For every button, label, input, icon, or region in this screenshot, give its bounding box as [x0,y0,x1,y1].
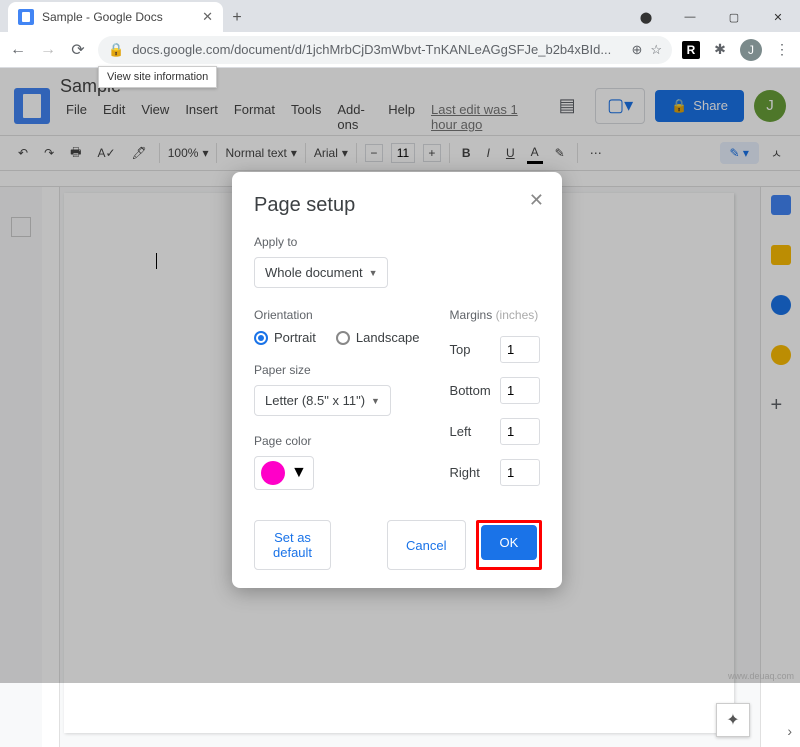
orientation-landscape-radio[interactable]: Landscape [336,330,420,345]
paint-format-icon[interactable]: 🖊 [128,144,151,162]
editing-mode-button[interactable]: ✎ ▾ [720,142,759,164]
scroll-right-icon[interactable]: › [787,723,792,739]
side-panel: + [760,187,800,747]
bold-icon[interactable]: B [458,144,475,162]
close-window-button[interactable]: ✕ [756,2,800,32]
margin-right-label: Right [450,465,480,480]
add-on-plus-icon[interactable]: + [771,395,791,415]
print-icon[interactable]: 🖶 [66,141,85,166]
docs-logo-icon[interactable] [14,88,50,124]
browser-titlebar: Sample - Google Docs ✕ + ⬤ ― ▢ ✕ [0,0,800,32]
margin-left-label: Left [450,424,472,439]
zoom-select[interactable]: 100% ▾ [168,146,209,160]
last-edit-link[interactable]: Last edit was 1 hour ago [425,99,539,135]
address-bar[interactable]: 🔒 docs.google.com/document/d/1jchMrbCjD3… [98,36,672,64]
outline-toggle[interactable] [0,187,42,747]
chrome-menu-icon[interactable]: ⋮ [772,40,792,60]
lock-icon[interactable]: 🔒 [108,42,124,58]
menu-file[interactable]: File [60,99,93,135]
tab-title: Sample - Google Docs [42,10,194,24]
watermark: www.deuaq.com [728,671,794,681]
tasks-icon[interactable] [771,295,791,315]
text-cursor [156,253,157,269]
browser-tab[interactable]: Sample - Google Docs ✕ [8,2,223,32]
margin-top-input[interactable] [500,336,540,363]
minimize-button[interactable]: ― [668,2,712,32]
margin-left-input[interactable] [500,418,540,445]
dialog-title: Page setup [254,194,540,217]
redo-icon[interactable]: ↷ [40,144,58,162]
present-button[interactable]: ▢▾ [595,88,645,124]
menu-help[interactable]: Help [382,99,421,135]
set-default-button[interactable]: Set as default [254,520,331,570]
page-color-label: Page color [254,434,420,448]
calendar-icon[interactable] [771,195,791,215]
menu-insert[interactable]: Insert [179,99,224,135]
margin-bottom-input[interactable] [500,377,540,404]
ok-highlight: OK [476,520,543,570]
increase-font-icon[interactable]: + [423,144,441,162]
font-select[interactable]: Arial ▾ [314,146,348,160]
maximize-button[interactable]: ▢ [712,2,756,32]
close-tab-icon[interactable]: ✕ [202,9,213,25]
star-icon[interactable]: ☆ [650,42,662,58]
url-text: docs.google.com/document/d/1jchMrbCjD3mW… [132,42,623,57]
spellcheck-icon[interactable]: A✓ [93,144,119,162]
zoom-icon[interactable]: ⊕ [631,42,642,58]
account-avatar[interactable]: J [754,90,786,122]
forward-button: → [38,41,58,59]
menu-tools[interactable]: Tools [285,99,327,135]
comments-icon[interactable]: ▤ [549,88,585,124]
extensions-icon[interactable]: ✱ [710,40,730,60]
decrease-font-icon[interactable]: − [365,144,383,162]
share-button[interactable]: 🔒 Share [655,90,744,122]
explore-button[interactable]: ✦ [716,703,750,737]
site-info-tooltip: View site information [98,66,217,88]
color-swatch-icon [261,461,285,485]
menu-view[interactable]: View [135,99,175,135]
docs-favicon [18,9,34,25]
menu-addons[interactable]: Add-ons [331,99,378,135]
ok-button[interactable]: OK [481,525,538,560]
text-color-icon[interactable]: A [527,143,543,164]
orientation-portrait-radio[interactable]: Portrait [254,330,316,345]
style-select[interactable]: Normal text ▾ [225,146,296,160]
extension-r-icon[interactable]: R [682,41,700,59]
back-button[interactable]: ← [8,41,28,59]
reload-button[interactable]: ⟳ [68,40,88,60]
browser-toolbar: ← → ⟳ 🔒 docs.google.com/document/d/1jchM… [0,32,800,68]
font-size-input[interactable] [391,143,415,163]
page-color-select[interactable]: ▼ [254,456,314,490]
apply-to-select[interactable]: Whole document▼ [254,257,388,288]
margin-right-input[interactable] [500,459,540,486]
user-indicator-icon[interactable]: ⬤ [624,2,668,32]
italic-icon[interactable]: I [483,144,494,162]
formatting-toolbar: ↶ ↷ 🖶 A✓ 🖊 100% ▾ Normal text ▾ Arial ▾ … [0,135,800,171]
hide-menus-icon[interactable]: ㅅ [767,143,786,164]
vertical-ruler[interactable] [42,187,60,747]
profile-avatar[interactable]: J [740,39,762,61]
apply-to-label: Apply to [254,235,540,249]
cancel-button[interactable]: Cancel [387,520,465,570]
highlight-icon[interactable]: ✎ [551,144,569,162]
menu-bar: File Edit View Insert Format Tools Add-o… [60,99,539,135]
margin-top-label: Top [450,342,471,357]
more-icon[interactable]: ⋯ [586,144,606,162]
dialog-close-icon[interactable]: ✕ [529,190,544,211]
paper-size-label: Paper size [254,363,420,377]
margin-bottom-label: Bottom [450,383,491,398]
paper-size-select[interactable]: Letter (8.5" x 11")▼ [254,385,391,416]
maps-icon[interactable] [771,345,791,365]
underline-icon[interactable]: U [502,144,519,162]
page-setup-dialog: Page setup ✕ Apply to Whole document▼ Or… [232,172,562,588]
margins-label: Margins (inches) [450,308,540,322]
menu-edit[interactable]: Edit [97,99,131,135]
undo-icon[interactable]: ↶ [14,144,32,162]
new-tab-button[interactable]: + [223,4,251,32]
menu-format[interactable]: Format [228,99,281,135]
keep-icon[interactable] [771,245,791,265]
orientation-label: Orientation [254,308,420,322]
